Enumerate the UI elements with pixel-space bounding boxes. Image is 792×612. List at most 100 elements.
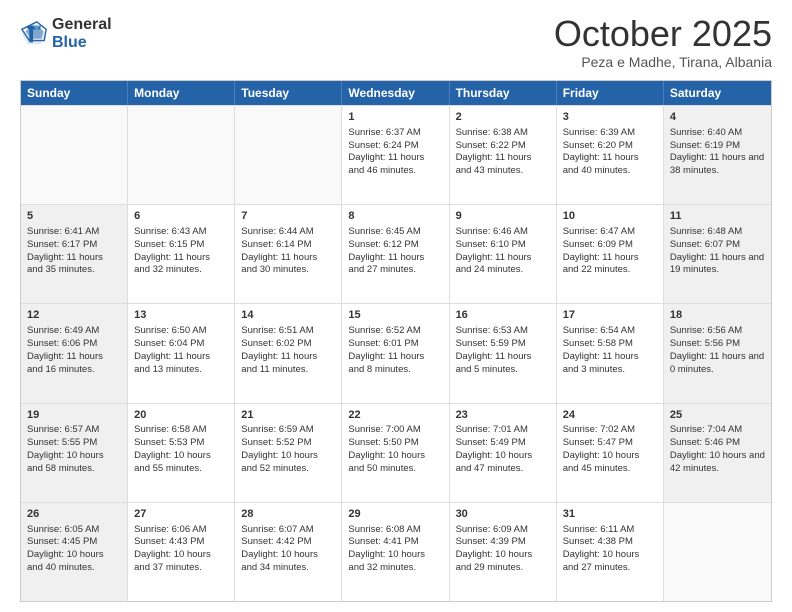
cal-header-day: Tuesday: [235, 81, 342, 105]
day-number: 22: [348, 408, 442, 423]
day-info: Sunrise: 6:49 AM Sunset: 6:06 PM Dayligh…: [27, 325, 121, 376]
cal-cell: 5 Sunrise: 6:41 AM Sunset: 6:17 PM Daylig…: [21, 205, 128, 303]
cal-cell: 2Sunrise: 6:38 AM Sunset: 6:22 PM Daylig…: [450, 106, 557, 204]
day-number: 28: [241, 507, 335, 522]
logo-blue: Blue: [52, 34, 87, 51]
day-info: Sunrise: 6:54 AM Sunset: 5:58 PM Dayligh…: [563, 325, 657, 376]
day-number: 8: [348, 209, 442, 224]
day-number: 11: [670, 209, 765, 224]
day-number: 25: [670, 408, 765, 423]
cal-cell: 24Sunrise: 7:02 AM Sunset: 5:47 PM Dayli…: [557, 404, 664, 502]
day-info: Sunrise: 6:38 AM Sunset: 6:22 PM Dayligh…: [456, 127, 550, 178]
logo-text-block: General Blue: [52, 16, 112, 51]
day-number: 1: [348, 110, 442, 125]
cal-cell: 1 Sunrise: 6:37 AM Sunset: 6:24 PM Daylig…: [342, 106, 449, 204]
cal-cell: 12 Sunrise: 6:49 AM Sunset: 6:06 PM Dayli…: [21, 304, 128, 402]
day-info: Sunrise: 6:43 AM Sunset: 6:15 PM Dayligh…: [134, 226, 228, 277]
cal-cell: 26Sunrise: 6:05 AM Sunset: 4:45 PM Dayli…: [21, 503, 128, 601]
cal-header-day: Monday: [128, 81, 235, 105]
day-info: Sunrise: 7:01 AM Sunset: 5:49 PM Dayligh…: [456, 424, 550, 475]
day-info: Sunrise: 6:45 AM Sunset: 6:12 PM Dayligh…: [348, 226, 442, 277]
day-number: 14: [241, 308, 335, 323]
cal-cell: 7Sunrise: 6:44 AM Sunset: 6:14 PM Daylig…: [235, 205, 342, 303]
day-number: 4: [670, 110, 765, 125]
cal-cell: 27Sunrise: 6:06 AM Sunset: 4:43 PM Dayli…: [128, 503, 235, 601]
day-info: Sunrise: 6:59 AM Sunset: 5:52 PM Dayligh…: [241, 424, 335, 475]
day-number: 17: [563, 308, 657, 323]
day-number: 21: [241, 408, 335, 423]
logo: General Blue: [20, 16, 112, 51]
day-info: Sunrise: 6:37 AM Sunset: 6:24 PM Dayligh…: [348, 127, 442, 178]
day-info: Sunrise: 6:40 AM Sunset: 6:19 PM Dayligh…: [670, 127, 765, 178]
day-number: 16: [456, 308, 550, 323]
logo-name: General Blue: [52, 16, 112, 51]
cal-header-day: Thursday: [450, 81, 557, 105]
day-info: Sunrise: 6:58 AM Sunset: 5:53 PM Dayligh…: [134, 424, 228, 475]
cal-cell: [664, 503, 771, 601]
cal-cell: [128, 106, 235, 204]
day-info: Sunrise: 6:50 AM Sunset: 6:04 PM Dayligh…: [134, 325, 228, 376]
header: General Blue October 2025 Peza e Madhe, …: [20, 16, 772, 70]
cal-cell: 3Sunrise: 6:39 AM Sunset: 6:20 PM Daylig…: [557, 106, 664, 204]
calendar-body: 1 Sunrise: 6:37 AM Sunset: 6:24 PM Daylig…: [21, 105, 771, 601]
cal-cell: 30Sunrise: 6:09 AM Sunset: 4:39 PM Dayli…: [450, 503, 557, 601]
cal-cell: 22Sunrise: 7:00 AM Sunset: 5:50 PM Dayli…: [342, 404, 449, 502]
day-info: Sunrise: 6:53 AM Sunset: 5:59 PM Dayligh…: [456, 325, 550, 376]
day-info: Sunrise: 7:02 AM Sunset: 5:47 PM Dayligh…: [563, 424, 657, 475]
day-info: Sunrise: 6:47 AM Sunset: 6:09 PM Dayligh…: [563, 226, 657, 277]
day-info: Sunrise: 6:05 AM Sunset: 4:45 PM Dayligh…: [27, 524, 121, 575]
cal-cell: 9 Sunrise: 6:46 AM Sunset: 6:10 PM Daylig…: [450, 205, 557, 303]
day-number: 29: [348, 507, 442, 522]
month-title: October 2025: [554, 16, 772, 52]
day-info: Sunrise: 6:07 AM Sunset: 4:42 PM Dayligh…: [241, 524, 335, 575]
day-info: Sunrise: 6:46 AM Sunset: 6:10 PM Dayligh…: [456, 226, 550, 277]
day-number: 5: [27, 209, 121, 224]
cal-cell: 16 Sunrise: 6:53 AM Sunset: 5:59 PM Dayli…: [450, 304, 557, 402]
cal-cell: [235, 106, 342, 204]
day-number: 13: [134, 308, 228, 323]
cal-cell: 29 Sunrise: 6:08 AM Sunset: 4:41 PM Dayli…: [342, 503, 449, 601]
day-info: Sunrise: 6:41 AM Sunset: 6:17 PM Dayligh…: [27, 226, 121, 277]
page: General Blue October 2025 Peza e Madhe, …: [0, 0, 792, 612]
cal-cell: 20Sunrise: 6:58 AM Sunset: 5:53 PM Dayli…: [128, 404, 235, 502]
day-number: 6: [134, 209, 228, 224]
day-info: Sunrise: 6:11 AM Sunset: 4:38 PM Dayligh…: [563, 524, 657, 575]
day-number: 30: [456, 507, 550, 522]
day-number: 19: [27, 408, 121, 423]
day-number: 15: [348, 308, 442, 323]
cal-cell: 11Sunrise: 6:48 AM Sunset: 6:07 PM Dayli…: [664, 205, 771, 303]
logo-icon: [20, 20, 48, 48]
cal-cell: 14Sunrise: 6:51 AM Sunset: 6:02 PM Dayli…: [235, 304, 342, 402]
cal-row: 26Sunrise: 6:05 AM Sunset: 4:45 PM Dayli…: [21, 502, 771, 601]
day-number: 9: [456, 209, 550, 224]
day-info: Sunrise: 6:52 AM Sunset: 6:01 PM Dayligh…: [348, 325, 442, 376]
day-info: Sunrise: 6:44 AM Sunset: 6:14 PM Dayligh…: [241, 226, 335, 277]
cal-row: 19Sunrise: 6:57 AM Sunset: 5:55 PM Dayli…: [21, 403, 771, 502]
day-number: 23: [456, 408, 550, 423]
location-subtitle: Peza e Madhe, Tirana, Albania: [554, 54, 772, 70]
cal-header-day: Wednesday: [342, 81, 449, 105]
cal-cell: 4 Sunrise: 6:40 AM Sunset: 6:19 PM Daylig…: [664, 106, 771, 204]
cal-header-day: Friday: [557, 81, 664, 105]
cal-cell: 15 Sunrise: 6:52 AM Sunset: 6:01 PM Dayli…: [342, 304, 449, 402]
day-number: 18: [670, 308, 765, 323]
cal-row: 12 Sunrise: 6:49 AM Sunset: 6:06 PM Dayli…: [21, 303, 771, 402]
cal-cell: 28 Sunrise: 6:07 AM Sunset: 4:42 PM Dayli…: [235, 503, 342, 601]
cal-row: 1 Sunrise: 6:37 AM Sunset: 6:24 PM Daylig…: [21, 105, 771, 204]
day-number: 31: [563, 507, 657, 522]
cal-cell: 18Sunrise: 6:56 AM Sunset: 5:56 PM Dayli…: [664, 304, 771, 402]
cal-cell: 19Sunrise: 6:57 AM Sunset: 5:55 PM Dayli…: [21, 404, 128, 502]
day-number: 10: [563, 209, 657, 224]
day-number: 24: [563, 408, 657, 423]
day-info: Sunrise: 7:04 AM Sunset: 5:46 PM Dayligh…: [670, 424, 765, 475]
cal-cell: 8 Sunrise: 6:45 AM Sunset: 6:12 PM Daylig…: [342, 205, 449, 303]
cal-row: 5 Sunrise: 6:41 AM Sunset: 6:17 PM Daylig…: [21, 204, 771, 303]
header-right: October 2025 Peza e Madhe, Tirana, Alban…: [554, 16, 772, 70]
cal-cell: 17 Sunrise: 6:54 AM Sunset: 5:58 PM Dayli…: [557, 304, 664, 402]
day-info: Sunrise: 7:00 AM Sunset: 5:50 PM Dayligh…: [348, 424, 442, 475]
day-number: 20: [134, 408, 228, 423]
day-number: 12: [27, 308, 121, 323]
day-number: 3: [563, 110, 657, 125]
day-info: Sunrise: 6:08 AM Sunset: 4:41 PM Dayligh…: [348, 524, 442, 575]
logo-general: General: [52, 16, 112, 33]
